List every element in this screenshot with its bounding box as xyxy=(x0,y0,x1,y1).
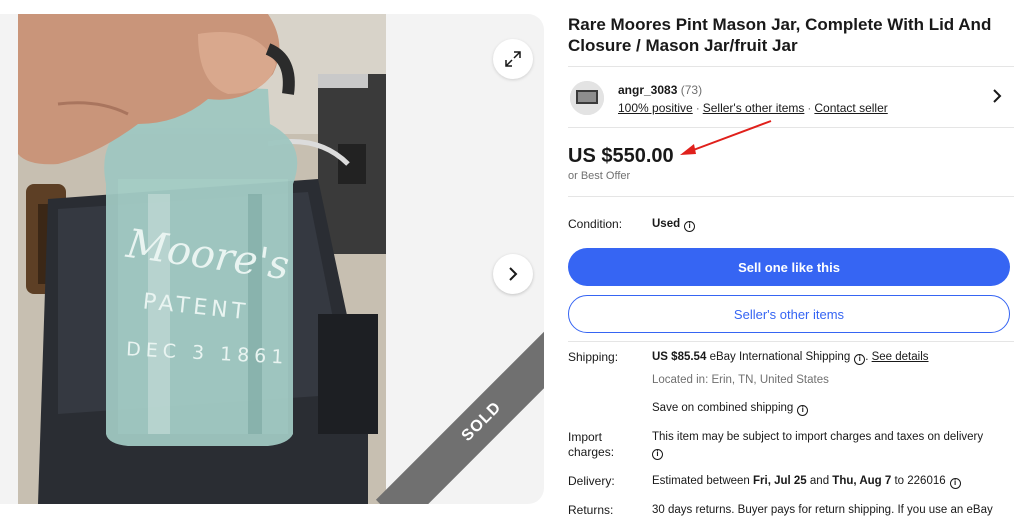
shipping-method: eBay International Shipping xyxy=(709,351,851,363)
seller-card[interactable]: angr_3083 (73) 100% positive · Seller's ot… xyxy=(568,66,1014,128)
seller-feedback-count: (73) xyxy=(680,83,703,97)
import-charges-text: This item may be subject to import charg… xyxy=(652,431,984,443)
import-label-line2: charges: xyxy=(568,445,615,459)
expand-icon xyxy=(505,51,521,67)
condition-label: Condition: xyxy=(568,217,623,231)
delivery-prefix: Estimated between xyxy=(652,475,750,487)
separator-dot: · xyxy=(695,101,700,115)
info-icon[interactable]: i xyxy=(652,449,663,460)
arrow-annotation-icon xyxy=(680,120,772,155)
divider xyxy=(568,196,1014,197)
info-icon[interactable]: i xyxy=(797,405,809,416)
divider xyxy=(568,341,1014,342)
listing-details: Rare Moores Pint Mason Jar, Complete Wit… xyxy=(568,14,1014,517)
seller-name[interactable]: angr_3083 xyxy=(618,83,677,97)
listing-title: Rare Moores Pint Mason Jar, Complete Wit… xyxy=(568,15,992,55)
expand-image-button[interactable] xyxy=(493,39,533,79)
see-details-link[interactable]: See details xyxy=(872,351,929,363)
import-charges-label: Import charges: xyxy=(568,430,614,460)
avatar-image xyxy=(570,81,604,115)
seller-other-items-link[interactable]: Seller's other items xyxy=(703,101,805,115)
next-image-button[interactable] xyxy=(493,254,533,294)
sell-one-like-this-button[interactable]: Sell one like this xyxy=(568,248,1010,286)
combined-shipping-text: Save on combined shipping xyxy=(652,402,794,414)
import-charges-value: This item may be subject to import charg… xyxy=(652,430,1002,460)
chevron-right-icon xyxy=(509,267,518,281)
best-offer-text: or Best Offer xyxy=(568,170,631,182)
seller-avatar[interactable] xyxy=(570,81,604,115)
seller-feedback-link[interactable]: 100% positive xyxy=(618,101,693,115)
price: US $550.00 xyxy=(568,145,674,167)
delivery-end: Thu, Aug 7 xyxy=(832,475,892,487)
info-icon[interactable]: i xyxy=(854,354,866,365)
delivery-and: and xyxy=(809,475,830,487)
image-gallery: Moore's PATENT DEC 3 1861 SOLD xyxy=(0,14,544,504)
import-label-line1: Import xyxy=(568,430,603,444)
combined-shipping-row: Save on combined shipping i xyxy=(652,401,809,416)
delivery-value: Estimated between Fri, Jul 25 and Thu, A… xyxy=(652,474,961,489)
delivery-start: Fri, Jul 25 xyxy=(753,475,807,487)
sold-ribbon: SOLD xyxy=(375,315,544,504)
item-location: Located in: Erin, TN, United States xyxy=(652,374,829,386)
contact-seller-link[interactable]: Contact seller xyxy=(814,101,887,115)
seller-links: 100% positive · Seller's other items · Conta… xyxy=(618,101,888,115)
condition-value-row: Used i xyxy=(652,217,696,232)
shipping-cost: US $85.54 xyxy=(652,351,707,363)
shipping-value: US $85.54 eBay International Shipping i. … xyxy=(652,351,929,365)
delivery-label: Delivery: xyxy=(568,474,615,488)
delivery-to: to 226016 xyxy=(894,475,946,487)
jar-photo-illustration: Moore's PATENT DEC 3 1861 xyxy=(18,14,386,504)
condition-value: Used xyxy=(652,218,681,230)
returns-label: Returns: xyxy=(568,503,614,517)
shipping-label: Shipping: xyxy=(568,350,619,364)
seller-name-line: angr_3083 (73) xyxy=(618,83,702,97)
info-icon[interactable]: i xyxy=(949,478,961,489)
chevron-right-icon[interactable] xyxy=(990,89,1004,103)
sellers-other-items-button[interactable]: Seller's other items xyxy=(568,295,1010,333)
separator-dot: · xyxy=(807,101,812,115)
listing-photo[interactable]: Moore's PATENT DEC 3 1861 xyxy=(18,14,386,504)
info-icon[interactable]: i xyxy=(684,221,696,232)
returns-text: 30 days returns. Buyer pays for return s… xyxy=(652,504,993,516)
